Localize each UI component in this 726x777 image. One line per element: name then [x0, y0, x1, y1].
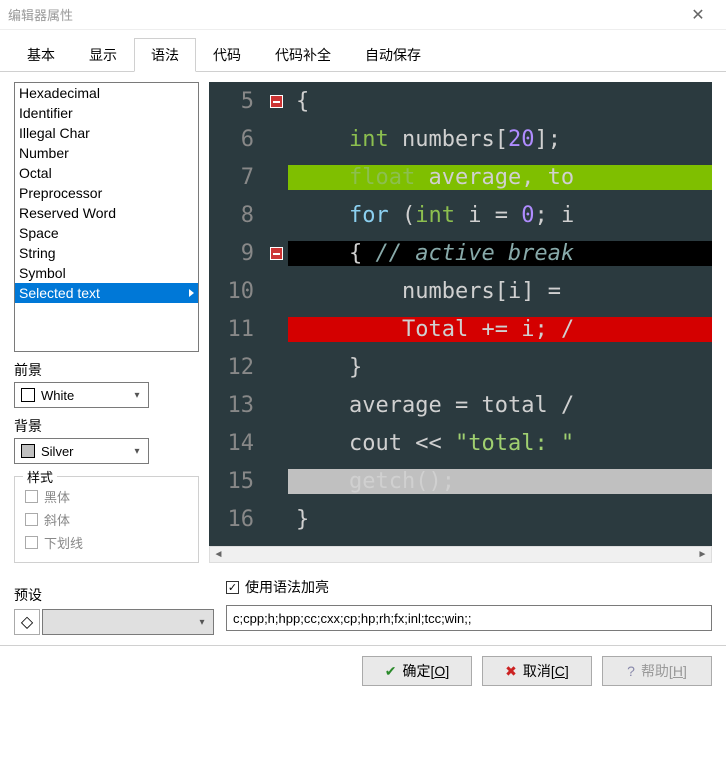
checkbox-checked-icon: ✓ — [226, 581, 239, 594]
horizontal-scrollbar[interactable]: ◄ ► — [209, 546, 712, 563]
foreground-swatch — [21, 388, 35, 402]
chevron-down-icon: ▾ — [191, 617, 213, 628]
fold-icon[interactable] — [270, 247, 283, 260]
code-line: 6 int numbers[20]; — [209, 120, 712, 158]
help-button[interactable]: ?帮助[H] — [602, 656, 712, 686]
list-item[interactable]: Symbol — [15, 263, 198, 283]
code-line: 15 getch(); — [209, 462, 712, 500]
foreground-combo[interactable]: White ▾ — [14, 382, 149, 408]
help-icon: ? — [627, 663, 635, 679]
window-title: 编辑器属性 — [8, 5, 678, 24]
preset-save-button[interactable]: ◇ — [14, 609, 40, 635]
foreground-label: 前景 — [14, 360, 199, 380]
chevron-down-icon: ▾ — [126, 390, 148, 401]
list-item[interactable]: Hexadecimal — [15, 83, 198, 103]
x-icon: ✖ — [505, 663, 517, 680]
titlebar: 编辑器属性 ✕ — [0, 0, 726, 30]
tab-5[interactable]: 自动保存 — [348, 38, 438, 71]
foreground-value: White — [41, 388, 126, 403]
tab-3[interactable]: 代码 — [196, 38, 258, 71]
list-item[interactable]: Illegal Char — [15, 123, 198, 143]
underline-checkbox[interactable]: 下划线 — [25, 533, 188, 552]
tabs: 基本显示语法代码代码补全自动保存 — [0, 30, 726, 72]
background-swatch — [21, 444, 35, 458]
extensions-input[interactable] — [226, 605, 712, 631]
background-combo[interactable]: Silver ▾ — [14, 438, 149, 464]
cancel-button[interactable]: ✖取消[C] — [482, 656, 592, 686]
code-line: 8 for (int i = 0; i — [209, 196, 712, 234]
use-highlight-checkbox[interactable]: ✓ 使用语法加亮 — [226, 577, 712, 597]
checkbox-icon — [25, 536, 38, 549]
list-item[interactable]: Identifier — [15, 103, 198, 123]
code-line: 10 numbers[i] = — [209, 272, 712, 310]
check-icon: ✔ — [385, 663, 397, 680]
checkbox-icon — [25, 490, 38, 503]
list-item[interactable]: String — [15, 243, 198, 263]
preset-label: 预设 — [14, 585, 214, 605]
code-line: 13 average = total / — [209, 386, 712, 424]
style-legend: 样式 — [23, 467, 57, 486]
button-bar: ✔确定[O] ✖取消[C] ?帮助[H] — [0, 645, 726, 700]
list-item[interactable]: Selected text — [15, 283, 198, 303]
code-line: 12 } — [209, 348, 712, 386]
italic-checkbox[interactable]: 斜体 — [25, 510, 188, 529]
tab-1[interactable]: 显示 — [72, 38, 134, 71]
scroll-left-icon[interactable]: ◄ — [210, 549, 227, 560]
syntax-listbox[interactable]: HexadecimalIdentifierIllegal CharNumberO… — [14, 82, 199, 352]
background-value: Silver — [41, 444, 126, 459]
tab-0[interactable]: 基本 — [10, 38, 72, 71]
code-line: 11 Total += i; / — [209, 310, 712, 348]
preset-combo[interactable]: ▾ — [42, 609, 214, 635]
list-item[interactable]: Octal — [15, 163, 198, 183]
code-line: 5{ — [209, 82, 712, 120]
code-preview: 5{6 int numbers[20];7 float average, to8… — [209, 82, 712, 546]
style-group: 样式 黑体 斜体 下划线 — [14, 476, 199, 563]
ok-button[interactable]: ✔确定[O] — [362, 656, 472, 686]
close-icon[interactable]: ✕ — [678, 5, 718, 25]
list-item[interactable]: Reserved Word — [15, 203, 198, 223]
fold-icon[interactable] — [270, 95, 283, 108]
code-line: 14 cout << "total: " — [209, 424, 712, 462]
code-line: 9 { // active break — [209, 234, 712, 272]
chevron-down-icon: ▾ — [126, 446, 148, 457]
list-item[interactable]: Space — [15, 223, 198, 243]
scroll-right-icon[interactable]: ► — [694, 549, 711, 560]
code-line: 16} — [209, 500, 712, 538]
tab-4[interactable]: 代码补全 — [258, 38, 348, 71]
tab-2[interactable]: 语法 — [134, 38, 196, 72]
checkbox-icon — [25, 513, 38, 526]
list-item[interactable]: Preprocessor — [15, 183, 198, 203]
background-label: 背景 — [14, 416, 199, 436]
code-line: 7 float average, to — [209, 158, 712, 196]
bold-checkbox[interactable]: 黑体 — [25, 487, 188, 506]
list-item[interactable]: Number — [15, 143, 198, 163]
